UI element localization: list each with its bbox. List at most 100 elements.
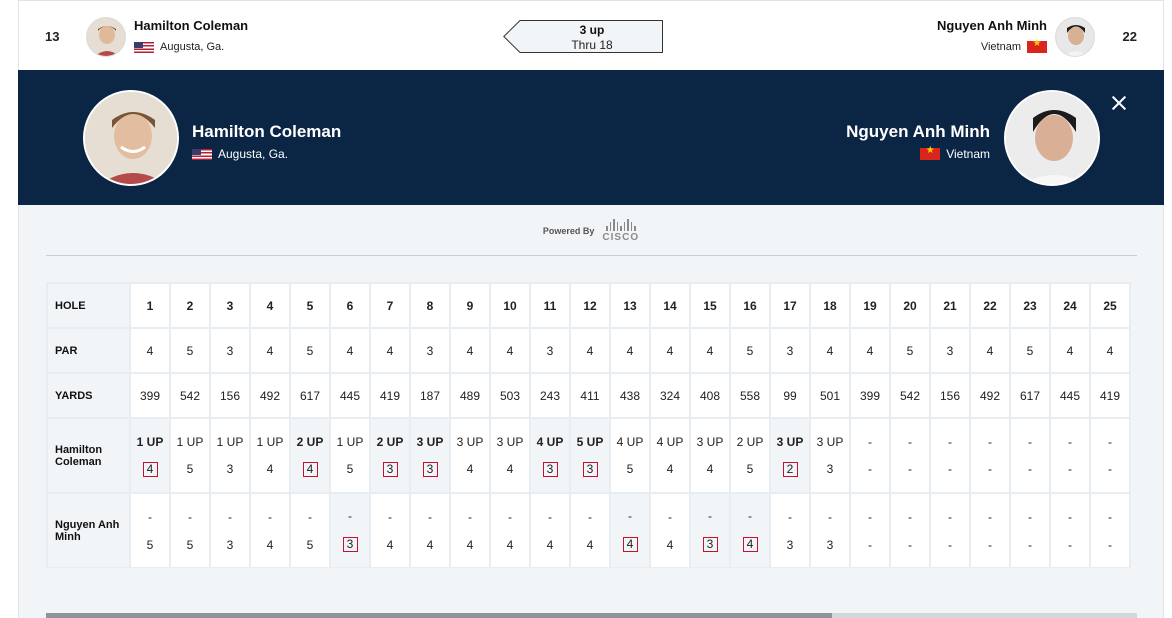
player2-hole-cell: -5 [129, 492, 171, 568]
par-row: PAR 4 5 3 4 5 4 4 3 4 4 3 4 4 4 4 5 3 4 4 5 3 4 5 4 4 [46, 327, 1131, 374]
player1-hole-score: 5 [611, 462, 649, 476]
player1-hole-score: 5 [171, 462, 209, 476]
player2-match-status: - [428, 509, 432, 524]
player1-hole-score: 2 [771, 461, 809, 477]
player2-hole-score: 4 [651, 538, 689, 552]
player1-hole-score: 4 [131, 461, 169, 477]
player1-hole-score-value: 4 [266, 462, 274, 476]
par-row-cell: 4 [329, 327, 371, 374]
scrollbar-thumb[interactable] [46, 613, 832, 618]
player1-hole-score: 3 [411, 461, 449, 477]
player1-hole-score-value: 3 [582, 461, 598, 477]
player2-name: Nguyen Anh Minh [936, 18, 1047, 33]
match-status-margin: 3 up [579, 23, 605, 37]
player1-hole-cell: -- [1089, 417, 1131, 494]
close-icon[interactable] [1110, 94, 1128, 112]
vietnam-flag-icon [920, 145, 941, 160]
player2-hole-score: 4 [491, 538, 529, 552]
player1-hole-cell: 4 UP 3 [529, 417, 571, 494]
player2-match-status: - [908, 509, 912, 524]
player2-match-status: - [1068, 509, 1072, 524]
hole-row-cell: 13 [609, 282, 651, 329]
player2-location-text: Vietnam [980, 41, 1021, 53]
hole-row-cell: 14 [649, 282, 691, 329]
hole-row-cell: 19 [849, 282, 891, 329]
player2-hole-score: 4 [531, 538, 569, 552]
player1-hole-score: 3 [531, 461, 569, 477]
player1-match-status: 3 UP [496, 435, 524, 449]
player2-hole-score: 4 [251, 538, 289, 552]
player2-row-label: Nguyen Anh Minh [46, 492, 131, 568]
hole-row-cell: 6 [329, 282, 371, 329]
player1-match-status: 3 UP [696, 435, 724, 449]
par-row-cell: 4 [689, 327, 731, 374]
player2-hole-cell: -4 [609, 492, 651, 568]
player2-location: Vietnam [980, 38, 1047, 53]
player2-hole-cell: -4 [729, 492, 771, 568]
player2-hole-cell: -4 [529, 492, 571, 568]
player2-hole-score: 4 [571, 538, 609, 552]
par-row-cell: 3 [769, 327, 811, 374]
player2-hole-cell: -5 [169, 492, 211, 568]
player2-hole-score-value: - [988, 537, 992, 552]
yards-row-cell: 399 [129, 372, 171, 419]
player2-hole-cell: -3 [809, 492, 851, 568]
player1-match-status: - [868, 435, 872, 449]
scorecard-panel: Powered By CISCO HOLE 1 2 3 4 5 6 7 8 9 10 11 12 13 14… [18, 205, 1164, 618]
yards-row-cell: 324 [649, 372, 691, 419]
player2-hole-score: 3 [331, 537, 369, 552]
player2-hole-score-value: - [868, 537, 872, 552]
player1-hole-score: - [1091, 462, 1129, 476]
yards-row-cell: 99 [769, 372, 811, 419]
player1-row-label: Hamilton Coleman [46, 417, 131, 494]
par-row-cell: 4 [849, 327, 891, 374]
player2-hole-score: - [931, 538, 969, 552]
player2-hole-cell: -- [1089, 492, 1131, 568]
player2-match-status: - [668, 509, 672, 524]
player1-hole-cell: 3 UP 4 [449, 417, 491, 494]
hole-row-cell: 21 [929, 282, 971, 329]
player1-score-row: Hamilton Coleman 1 UP 4 1 UP 5 1 UP 3 1 UP 4 2 UP… [46, 417, 1131, 494]
us-flag-icon [134, 41, 154, 53]
player2-match-status: - [628, 509, 632, 523]
hole-row-cell: 10 [489, 282, 531, 329]
player2-match-status: - [588, 509, 592, 524]
player2-hole-score: - [1051, 538, 1089, 552]
player1-hole-score: 5 [731, 462, 769, 476]
yards-row-cell: 501 [809, 372, 851, 419]
hole-row-cell: 15 [689, 282, 731, 329]
player1-hole-score-value: 2 [782, 461, 798, 477]
yards-row-cell: 156 [929, 372, 971, 419]
hole-row-cell: 22 [969, 282, 1011, 329]
player1-match-status: - [988, 435, 992, 449]
player1-match-status: 2 UP [296, 434, 324, 449]
player1-hole-score-value: 4 [142, 461, 158, 477]
hole-row-cell: 9 [449, 282, 491, 329]
player2-hole-score-value: 3 [226, 537, 234, 552]
scorecard-grid[interactable]: HOLE 1 2 3 4 5 6 7 8 9 10 11 12 13 14 15 16 17 18 19 20 21 22 2… [46, 282, 1137, 568]
player1-hole-score: - [891, 462, 929, 476]
player2-match-status: - [228, 509, 232, 524]
player2-match-status: - [828, 509, 832, 524]
player1-hole-cell: -- [889, 417, 931, 494]
player2-match-status: - [148, 509, 152, 524]
player2-hole-score: 3 [211, 538, 249, 552]
player2-hole-score-value: - [908, 537, 912, 552]
hole-row-cell: 8 [409, 282, 451, 329]
horizontal-scrollbar[interactable] [46, 613, 1137, 618]
player1-hole-cell: 3 UP 3 [409, 417, 451, 494]
player1-hole-score: - [971, 462, 1009, 476]
par-row-cell: 4 [449, 327, 491, 374]
hole-row-cell: 24 [1049, 282, 1091, 329]
player2-hole-cell: -3 [769, 492, 811, 568]
player2-hole-cell: -- [969, 492, 1011, 568]
hole-row-cell: 2 [169, 282, 211, 329]
vietnam-flag-icon [1027, 38, 1047, 53]
cisco-logo: CISCO [602, 219, 639, 243]
player1-match-status: - [948, 435, 952, 449]
hole-row-cell: 18 [809, 282, 851, 329]
hole-row-cell: 25 [1089, 282, 1131, 329]
player1-match-status: - [1108, 435, 1112, 449]
player2-hole-score-value: 5 [186, 537, 194, 552]
player2-score-row: Nguyen Anh Minh -5-5-3-4-5-3-4-4-4-4-4-4-… [46, 492, 1131, 568]
